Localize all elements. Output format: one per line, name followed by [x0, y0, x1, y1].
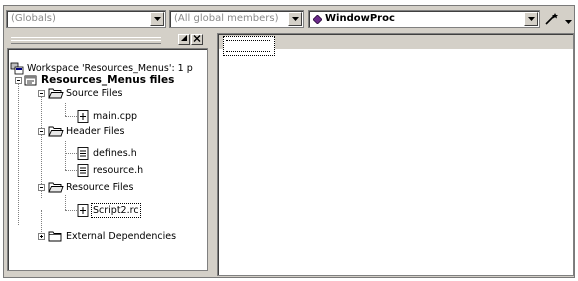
- expand-toggle[interactable]: [38, 233, 45, 240]
- tree-item-resource-files[interactable]: Resource Files: [48, 181, 198, 194]
- tree-item-resource-h[interactable]: resource.h: [77, 164, 197, 177]
- main-cpp-label: main.cpp: [93, 111, 138, 122]
- workspace-icon: [10, 62, 24, 75]
- function-value: WindowProc: [325, 13, 395, 24]
- pane-splitter[interactable]: [209, 33, 217, 276]
- tree-item-script2-rc[interactable]: Script2.rc: [77, 203, 197, 218]
- close-icon: [193, 35, 201, 42]
- tree-connector: [65, 170, 77, 171]
- tree-connector: [65, 195, 66, 210]
- chevron-down-icon[interactable]: [565, 16, 572, 27]
- tree-item-source-files[interactable]: Source Files: [48, 87, 198, 100]
- class-scope-combo[interactable]: (Globals): [6, 10, 166, 28]
- file-tree[interactable]: Workspace 'Resources_Menus': 1 p Resourc…: [7, 48, 208, 271]
- header-file-icon: [77, 164, 89, 177]
- tree-connector: [65, 210, 77, 211]
- pane-close-button[interactable]: [191, 34, 203, 45]
- folder-closed-icon: [48, 231, 62, 242]
- tree-connector: [65, 103, 66, 116]
- cpp-file-icon: [77, 110, 89, 123]
- project-label: Resources_Menus files: [41, 74, 175, 86]
- header-files-label: Header Files: [66, 126, 125, 137]
- resource-h-label: resource.h: [93, 165, 144, 176]
- project-icon: [24, 75, 37, 86]
- script2-rc-label: Script2.rc: [91, 203, 141, 218]
- members-filter-value: (All global members): [174, 13, 279, 24]
- tree-connector: [65, 153, 77, 154]
- tree-connector: [65, 116, 77, 117]
- function-gem-icon: [312, 14, 323, 27]
- dock-grip-line: [11, 40, 161, 43]
- tree-item-defines-h[interactable]: defines.h: [77, 147, 197, 160]
- tree-connector: [18, 77, 19, 225]
- header-file-icon: [77, 147, 89, 160]
- tree-item-project[interactable]: Resources_Menus files: [24, 74, 206, 87]
- dock-icon: [181, 35, 187, 41]
- collapse-toggle[interactable]: [38, 128, 45, 135]
- folder-open-icon: [48, 88, 64, 99]
- defines-h-label: defines.h: [93, 148, 137, 159]
- tree-connector: [65, 141, 66, 170]
- external-dependencies-label: External Dependencies: [66, 231, 177, 242]
- rc-file-icon: [77, 204, 89, 217]
- resource-files-label: Resource Files: [66, 182, 134, 193]
- collapse-toggle[interactable]: [38, 184, 45, 191]
- function-combo[interactable]: WindowProc: [308, 10, 540, 28]
- editor-tab-strip: [219, 35, 573, 56]
- wizardbar-toolbar: (Globals) (All global members) WindowPro…: [4, 6, 574, 32]
- tree-item-external-dependencies[interactable]: External Dependencies: [48, 230, 206, 243]
- members-filter-combo[interactable]: (All global members): [169, 10, 304, 28]
- collapse-toggle[interactable]: [15, 77, 22, 84]
- tree-connector: [41, 90, 42, 198]
- collapse-toggle[interactable]: [38, 90, 45, 97]
- tree-item-main-cpp[interactable]: main.cpp: [77, 110, 197, 123]
- chevron-down-icon[interactable]: [150, 12, 164, 26]
- class-scope-value: (Globals): [11, 13, 56, 24]
- tab-drop-placeholder: [223, 36, 275, 56]
- chevron-down-icon[interactable]: [524, 12, 538, 26]
- editor-area[interactable]: [217, 33, 574, 276]
- workspace-pane-header[interactable]: [7, 33, 207, 47]
- source-files-label: Source Files: [66, 88, 123, 99]
- workspace-pane: Workspace 'Resources_Menus': 1 p Resourc…: [7, 33, 208, 276]
- wizard-action-button[interactable]: [542, 10, 564, 28]
- folder-open-icon: [48, 182, 64, 193]
- pane-dock-button[interactable]: [178, 34, 190, 45]
- folder-open-icon: [48, 126, 64, 137]
- magic-wand-icon: [545, 13, 558, 25]
- ide-window: (Globals) (All global members) WindowPro…: [3, 5, 575, 278]
- tree-item-header-files[interactable]: Header Files: [48, 125, 198, 138]
- chevron-down-icon[interactable]: [288, 12, 302, 26]
